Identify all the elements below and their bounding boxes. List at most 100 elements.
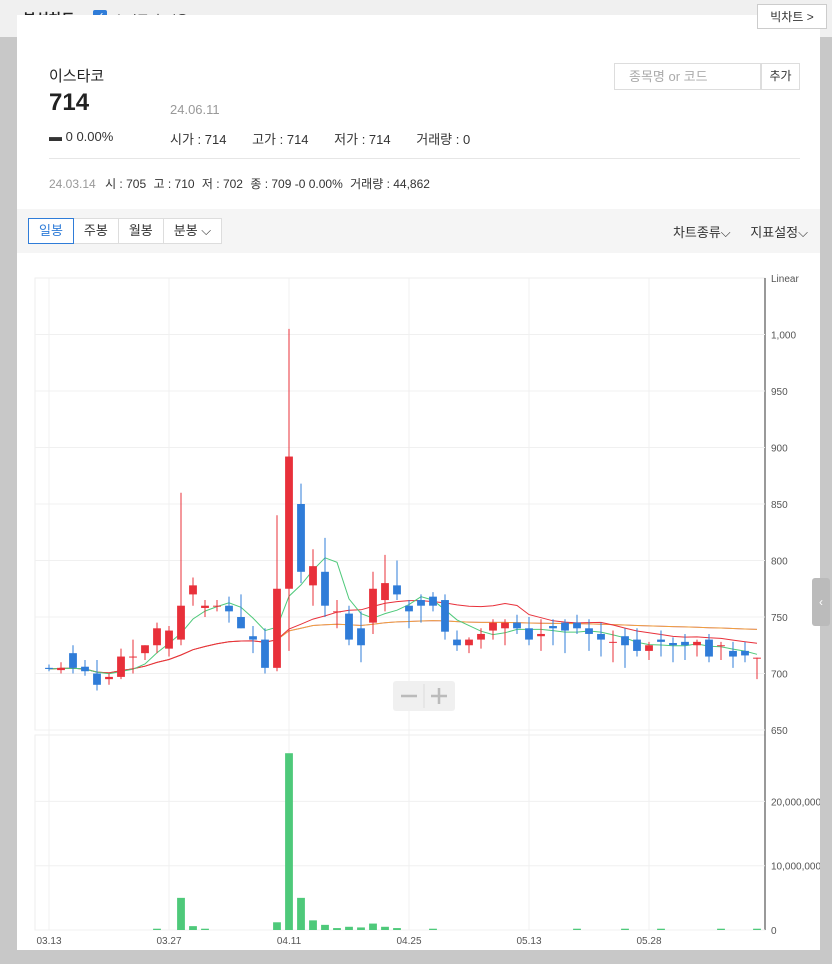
price-tick-label: 1,000 xyxy=(771,331,796,342)
candle-body xyxy=(729,650,737,657)
candle-body xyxy=(681,641,689,646)
indicator-settings-dropdown[interactable]: 지표설정⌵ xyxy=(750,225,808,240)
candle-body xyxy=(585,628,593,634)
candle-body xyxy=(261,639,269,668)
candle-body xyxy=(213,605,221,607)
candle-body xyxy=(705,639,713,657)
volume: 거래량 : 0 xyxy=(416,132,471,147)
candle-body xyxy=(657,639,665,642)
candle-body xyxy=(129,656,137,658)
candle-body xyxy=(105,676,113,680)
stock-name: 이스타코 xyxy=(49,68,105,85)
candle-body xyxy=(597,633,605,640)
hover-quote: 24.03.14 시 : 705 고 : 710 저 : 702 종 : 709… xyxy=(49,175,434,192)
candle-body xyxy=(501,622,509,629)
candle-body xyxy=(393,585,401,595)
volume-bar xyxy=(573,928,581,930)
x-tick-label: 05.28 xyxy=(636,936,661,947)
volume-bar xyxy=(309,920,317,930)
scale-label: Linear xyxy=(771,274,799,285)
candle-body xyxy=(69,653,77,668)
candle-body xyxy=(693,641,701,646)
candle-body xyxy=(621,636,629,646)
candle-body xyxy=(369,588,377,623)
candle-body xyxy=(297,504,305,572)
volume-bar xyxy=(333,928,341,930)
candle-body xyxy=(237,617,245,629)
candle-body xyxy=(609,641,617,643)
volume-bar xyxy=(393,928,401,930)
candle-body xyxy=(309,566,317,586)
quote-date: 24.06.11 xyxy=(170,102,220,117)
candle-body xyxy=(381,583,389,601)
x-tick-label: 03.27 xyxy=(156,936,181,947)
hover-open: 시 : 705 xyxy=(105,177,147,191)
candle-body xyxy=(429,596,437,606)
chart-type-dropdown[interactable]: 차트종류⌵ xyxy=(673,225,731,240)
candle-body xyxy=(441,600,449,632)
candle-body xyxy=(117,656,125,677)
candle-body xyxy=(333,611,341,613)
volume-bar xyxy=(429,928,437,930)
volume-bar xyxy=(321,924,329,930)
candle-body xyxy=(717,645,725,647)
candle-body xyxy=(273,588,281,668)
volume-bar xyxy=(369,923,377,930)
divider xyxy=(49,158,800,159)
candle-body xyxy=(165,630,173,649)
candle-body xyxy=(633,639,641,651)
tab-minute[interactable]: 분봉 ⌵ xyxy=(162,218,223,244)
candle-body xyxy=(489,622,497,631)
collapse-handle-icon[interactable]: ‹ xyxy=(812,578,830,626)
stock-search-input[interactable]: 종목명 or 코드 xyxy=(614,63,761,90)
chart-options: 차트종류⌵ 지표설정⌵ xyxy=(657,222,808,241)
candle-body xyxy=(669,642,677,646)
volume-bar xyxy=(201,928,209,930)
candle-body xyxy=(189,585,197,595)
volume-tick-label: 0 xyxy=(771,926,777,937)
candle-body xyxy=(537,633,545,637)
candle-body xyxy=(741,650,749,656)
period-tabs: 일봉 주봉 월봉 분봉 ⌵ xyxy=(28,218,223,244)
x-tick-label: 05.13 xyxy=(516,936,541,947)
candle-body xyxy=(357,628,365,646)
price-chart[interactable]: 1,000 950 900 850 800 750 700 650 Linear 20,000,0… xyxy=(17,260,820,950)
open-price: 시가 : 714 xyxy=(170,132,227,147)
chart-card: 이스타코 714 24.06.11 ▬ 0 0.00% 시가 : 714 고가 … xyxy=(17,15,820,950)
candle-body xyxy=(177,605,185,640)
price-tick-label: 750 xyxy=(771,613,788,624)
volume-bar xyxy=(381,926,389,930)
hover-high: 고 : 710 xyxy=(153,177,195,191)
x-tick-label: 04.11 xyxy=(277,936,302,947)
volume-bar xyxy=(153,928,161,930)
price-tick-label: 900 xyxy=(771,444,788,455)
tab-daily[interactable]: 일봉 xyxy=(28,218,74,244)
add-stock-button[interactable]: 추가 xyxy=(761,63,800,90)
price-tick-label: 950 xyxy=(771,387,788,398)
tab-weekly[interactable]: 주봉 xyxy=(72,218,119,244)
candle-body xyxy=(249,636,257,640)
volume-bar xyxy=(273,922,281,930)
candle-body xyxy=(225,605,233,612)
high-price: 고가 : 714 xyxy=(252,132,309,147)
candle-body xyxy=(753,657,761,659)
candle-body xyxy=(465,639,473,646)
price-tick-label: 800 xyxy=(771,557,788,568)
candle-body xyxy=(453,639,461,646)
volume-bar xyxy=(345,926,353,930)
volume-bar xyxy=(621,928,629,930)
candle-body xyxy=(57,667,65,671)
volume-bar xyxy=(717,928,725,930)
candle-body xyxy=(141,645,149,654)
volume-bar xyxy=(189,926,197,930)
tab-monthly[interactable]: 월봉 xyxy=(117,218,164,244)
candle-body xyxy=(81,666,89,672)
price-tick-label: 850 xyxy=(771,500,788,511)
hover-date: 24.03.14 xyxy=(49,177,96,191)
volume-bar xyxy=(297,897,305,930)
volume-tick-label: 20,000,000 xyxy=(771,797,820,808)
candle-body xyxy=(549,626,557,629)
big-chart-button[interactable]: 빅차트 > xyxy=(757,4,827,29)
ohlc-summary: 시가 : 714 고가 : 714 저가 : 714 거래량 : 0 xyxy=(170,129,492,148)
volume-pane xyxy=(34,734,766,931)
